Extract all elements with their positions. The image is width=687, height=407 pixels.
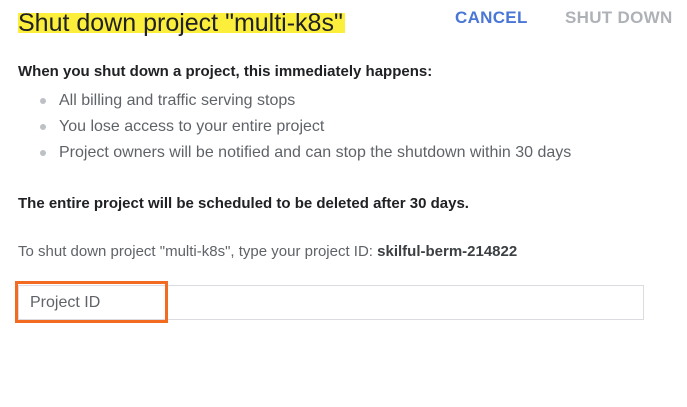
intro-text: When you shut down a project, this immed… (18, 63, 433, 80)
shutdown-project-dialog: Shut down project "multi-k8s" When you s… (0, 0, 687, 407)
shut-down-button[interactable]: SHUT DOWN (565, 0, 673, 36)
deletion-warning: The entire project will be scheduled to … (18, 195, 469, 212)
bullet-dot-icon (40, 124, 46, 130)
title-highlight: Shut down project "multi-k8s" (18, 9, 345, 37)
list-item-text: You lose access to your entire project (59, 118, 325, 135)
list-item: Project owners will be notified and can … (40, 140, 571, 166)
project-id-field (18, 285, 644, 320)
confirm-instruction: To shut down project "multi-k8s", type y… (18, 243, 517, 260)
list-item-text: Project owners will be notified and can … (59, 144, 572, 161)
list-item: All billing and traffic serving stops (40, 88, 571, 114)
dialog-title: Shut down project "multi-k8s" (18, 6, 345, 40)
list-item-text: All billing and traffic serving stops (59, 92, 296, 109)
bullet-dot-icon (40, 98, 46, 104)
bullet-dot-icon (40, 150, 46, 156)
title-prefix: Shut down project (18, 9, 226, 37)
project-id-value: skilful-berm-214822 (377, 243, 518, 260)
list-item: You lose access to your entire project (40, 114, 571, 140)
title-project-name: "multi-k8s" (225, 9, 343, 37)
cancel-button[interactable]: CANCEL (455, 0, 528, 36)
instruction-text: To shut down project "multi-k8s", type y… (18, 243, 378, 260)
project-id-input[interactable] (19, 286, 643, 319)
consequence-list: All billing and traffic serving stops Yo… (40, 88, 571, 166)
